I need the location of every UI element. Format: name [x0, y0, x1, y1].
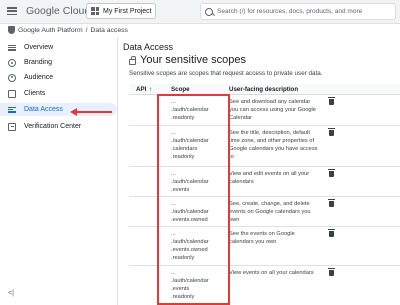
page-title: Data Access	[123, 42, 174, 52]
lock-icon	[129, 55, 136, 65]
project-selector-button[interactable]: My First Project	[86, 3, 156, 19]
hamburger-menu-icon[interactable]	[6, 5, 18, 17]
description-cell: View events on all your calendars	[229, 270, 314, 276]
data-access-icon	[8, 106, 16, 114]
sidebar-item-label: Data Access	[24, 106, 63, 113]
people-icon	[8, 73, 16, 82]
table-row: ... ./auth/calendar .readonly See and do…	[129, 95, 400, 126]
scope-cell: ... ./auth/calendar .events	[171, 171, 209, 193]
table-row: ... ./auth/calendar .events .readonly Vi…	[129, 266, 400, 305]
delete-icon[interactable]	[328, 169, 335, 177]
column-header-scope: Scope	[171, 86, 190, 93]
sidebar-item-verification-center[interactable]: Verification Center	[0, 120, 117, 133]
description-cell: See the title, description, default time…	[229, 130, 318, 160]
list-icon	[8, 44, 16, 52]
section-title: Your sensitive scopes	[129, 54, 246, 66]
breadcrumb: Google Auth Platform / Data access	[0, 24, 128, 36]
search-input[interactable]: Search (/) for resources, docs, products…	[200, 3, 396, 20]
google-cloud-logo[interactable]: Google Cloud	[26, 5, 90, 17]
google-wordmark: Google	[26, 5, 60, 17]
collapse-sidebar-icon[interactable]: <|	[8, 290, 14, 297]
sidebar-item-audience[interactable]: Audience	[0, 71, 117, 84]
verification-icon	[8, 122, 16, 131]
breadcrumb-parent[interactable]: Google Auth Platform	[18, 27, 83, 34]
delete-icon[interactable]	[328, 199, 335, 207]
sidebar-item-label: Verification Center	[24, 123, 82, 130]
search-placeholder: Search (/) for resources, docs, products…	[217, 8, 363, 15]
table-header: API ↑ Scope User-facing description	[129, 84, 400, 95]
top-bar: Google Cloud My First Project Search (/)…	[0, 0, 400, 24]
section-description: Sensitive scopes are scopes that request…	[129, 70, 323, 77]
delete-icon[interactable]	[328, 268, 335, 276]
description-cell: See the events on Google calendars you o…	[229, 231, 295, 245]
sidebar-item-label: Audience	[24, 74, 54, 81]
clients-icon	[8, 89, 16, 98]
column-header-api[interactable]: API	[136, 86, 146, 93]
delete-icon[interactable]	[328, 229, 335, 237]
description-cell: See and download any calendar you can ac…	[229, 99, 316, 121]
column-header-description: User-facing description	[229, 86, 299, 93]
description-cell: See, create, change, and delete events o…	[229, 201, 311, 223]
project-icon	[91, 7, 99, 15]
scope-cell: ... ./auth/calendar .readonly	[171, 99, 209, 121]
search-icon	[205, 7, 213, 16]
breadcrumb-separator: /	[85, 26, 88, 34]
table-row: ... ./auth/calendar .calendars .readonly…	[129, 126, 400, 167]
delete-icon[interactable]	[328, 97, 335, 105]
description-cell: View and edit events on all your calenda…	[229, 171, 310, 185]
scope-cell: ... ./auth/calendar .events.owned .reado…	[171, 231, 209, 261]
annotation-arrow-icon	[70, 108, 112, 116]
table-row: ... ./auth/calendar .events.owned .reado…	[129, 227, 400, 266]
sidebar-item-overview[interactable]: Overview	[0, 41, 117, 54]
section-title-text: Your sensitive scopes	[140, 54, 246, 66]
scope-cell: ... ./auth/calendar .events.owned	[171, 201, 209, 223]
project-label: My First Project	[103, 7, 152, 15]
delete-icon[interactable]	[328, 128, 335, 136]
scope-cell: ... ./auth/calendar .calendars .readonly	[171, 130, 209, 160]
table-row: ... ./auth/calendar .events View and edi…	[129, 167, 400, 197]
scope-cell: ... ./auth/calendar .events .readonly	[171, 270, 209, 300]
shield-icon	[8, 26, 15, 34]
sidebar-item-label: Overview	[24, 44, 54, 51]
sort-arrow-icon[interactable]: ↑	[149, 86, 152, 93]
sidebar: Overview Branding Audience Clients Data …	[0, 38, 118, 305]
palette-icon	[8, 58, 16, 67]
table-row: ... ./auth/calendar .events.owned See, c…	[129, 197, 400, 227]
breadcrumb-current: Data access	[90, 26, 128, 34]
sidebar-item-label: Clients	[24, 90, 46, 97]
sidebar-item-clients[interactable]: Clients	[0, 87, 117, 100]
sidebar-item-branding[interactable]: Branding	[0, 56, 117, 69]
sidebar-item-label: Branding	[24, 59, 53, 66]
